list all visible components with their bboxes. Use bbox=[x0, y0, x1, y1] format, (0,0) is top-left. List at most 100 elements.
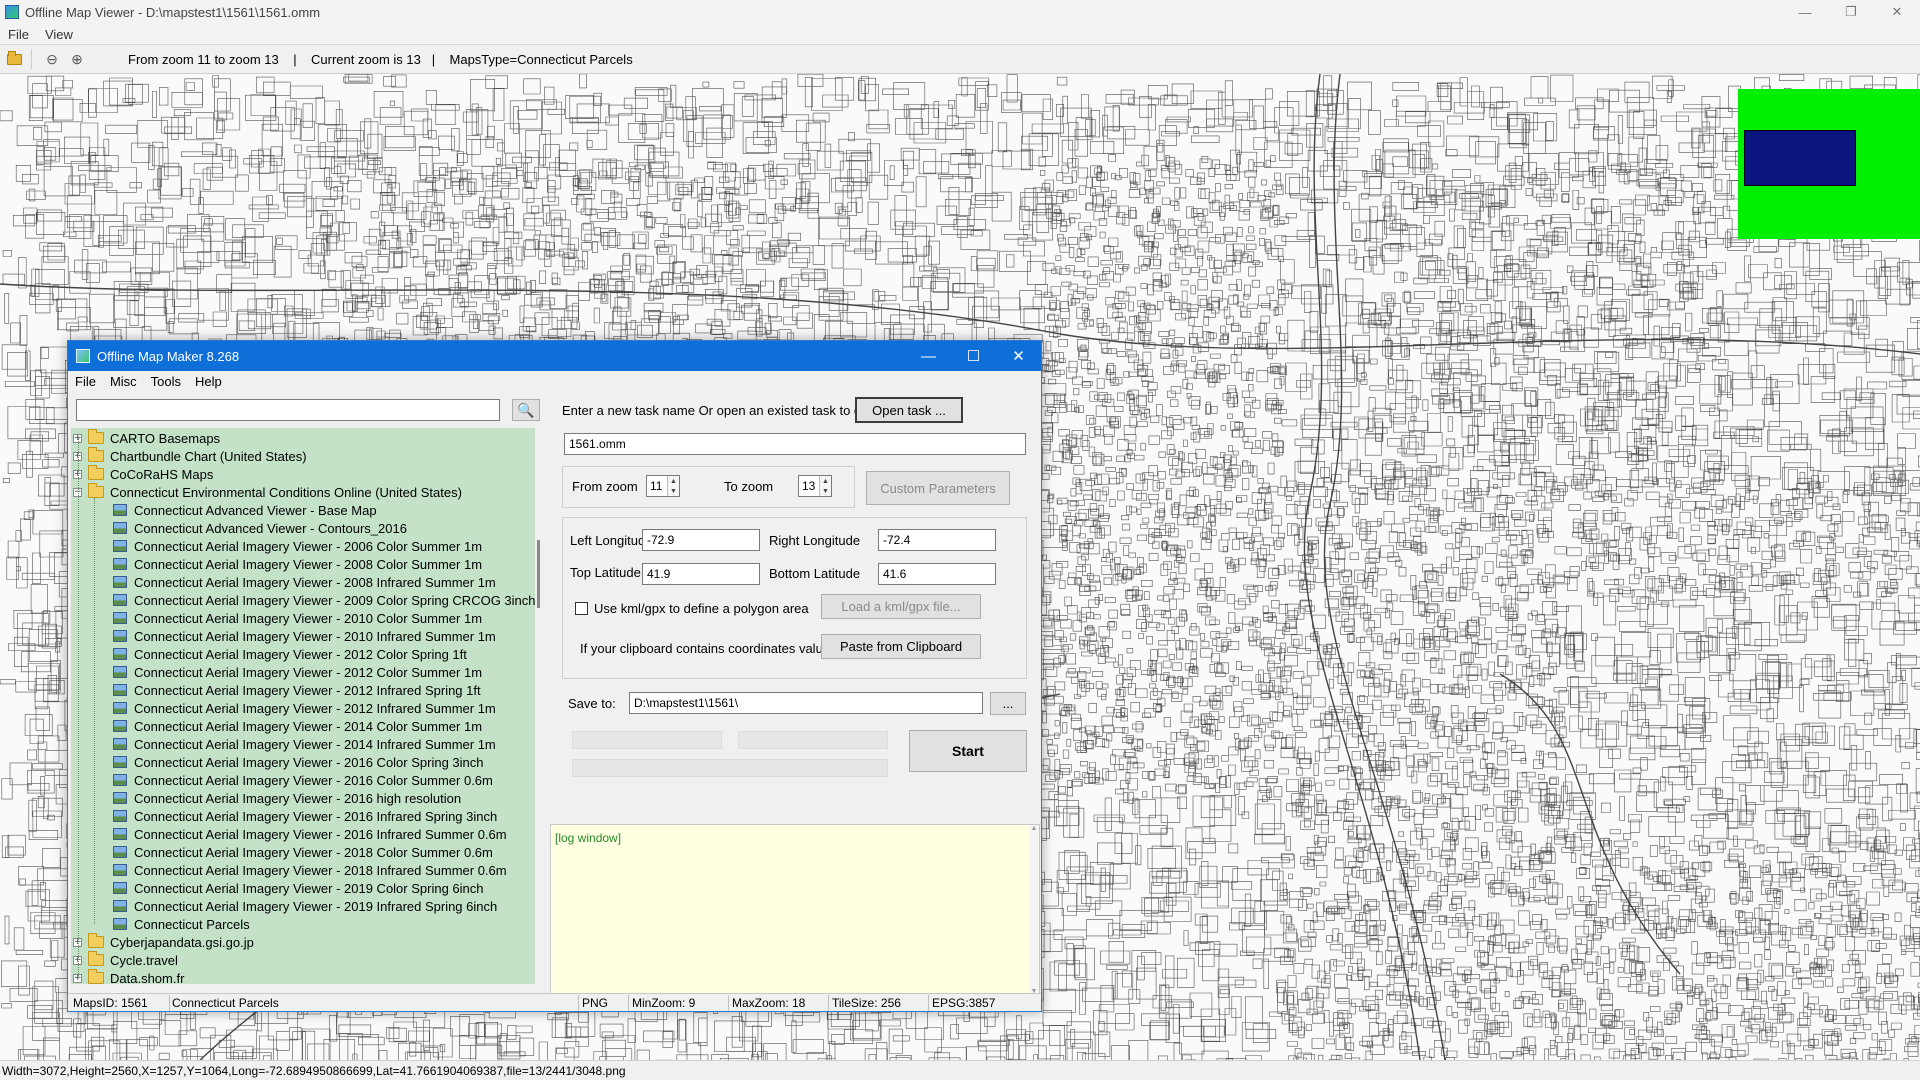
tree-item-map[interactable]: Connecticut Aerial Imagery Viewer - 2016… bbox=[113, 807, 497, 825]
log-scrollbar[interactable]: ▲ ▼ bbox=[1029, 825, 1039, 995]
tree-item-map[interactable]: Connecticut Aerial Imagery Viewer - 2016… bbox=[113, 753, 484, 771]
viewer-menu-bar: File View bbox=[0, 24, 1920, 44]
start-button[interactable]: Start bbox=[909, 730, 1027, 772]
dialog-menu-file[interactable]: File bbox=[68, 374, 103, 389]
dialog-menu-bar: File Misc Tools Help bbox=[68, 371, 1041, 391]
tree-item-map[interactable]: Connecticut Aerial Imagery Viewer - 2006… bbox=[113, 537, 482, 555]
down-arrow-icon[interactable]: ▼ bbox=[822, 488, 829, 495]
menu-view[interactable]: View bbox=[37, 27, 81, 42]
log-window[interactable]: [log window] ▲ ▼ bbox=[550, 824, 1040, 996]
tree-item-map[interactable]: Connecticut Aerial Imagery Viewer - 2019… bbox=[113, 879, 484, 897]
use-kml-checkbox[interactable] bbox=[575, 602, 588, 615]
open-folder-icon[interactable] bbox=[3, 48, 25, 70]
right-longitude-input[interactable]: -72.4 bbox=[878, 529, 996, 551]
viewer-toolbar: ⊖ ⊕ From zoom 11 to zoom 13 | Current zo… bbox=[0, 44, 1920, 74]
tree-scroll-thumb[interactable] bbox=[537, 540, 540, 608]
to-zoom-value: 13 bbox=[802, 479, 816, 493]
bottom-latitude-input[interactable]: 41.6 bbox=[878, 563, 996, 585]
tree-folder[interactable]: + CARTO Basemaps bbox=[73, 429, 220, 447]
tree-item-map[interactable]: Connecticut Aerial Imagery Viewer - 2009… bbox=[113, 591, 536, 609]
left-longitude-input[interactable]: -72.9 bbox=[642, 529, 760, 551]
paste-clipboard-button[interactable]: Paste from Clipboard bbox=[821, 634, 981, 659]
tree-item-map[interactable]: Connecticut Aerial Imagery Viewer - 2016… bbox=[113, 771, 493, 789]
tree-item-map[interactable]: Connecticut Aerial Imagery Viewer - 2008… bbox=[113, 573, 496, 591]
minimap-viewport[interactable] bbox=[1744, 130, 1856, 186]
dialog-close-icon[interactable]: ✕ bbox=[996, 341, 1041, 371]
tree-scrollbar[interactable] bbox=[535, 428, 543, 984]
task-name-input[interactable]: 1561.omm bbox=[564, 433, 1026, 455]
menu-file[interactable]: File bbox=[0, 27, 37, 42]
tree-item-label: Connecticut Aerial Imagery Viewer - 2008… bbox=[134, 556, 483, 572]
custom-parameters-button[interactable]: Custom Parameters bbox=[866, 471, 1010, 505]
minimize-icon[interactable]: — bbox=[1782, 0, 1828, 24]
dialog-menu-tools[interactable]: Tools bbox=[144, 374, 188, 389]
tree-folder[interactable]: + Cycle.travel bbox=[73, 951, 178, 969]
load-kml-button[interactable]: Load a kml/gpx file... bbox=[821, 594, 981, 619]
tree-item-map[interactable]: Connecticut Aerial Imagery Viewer - 2014… bbox=[113, 717, 482, 735]
tree-folder-expanded[interactable]: − Connecticut Environmental Conditions On… bbox=[73, 483, 462, 501]
tree-item-map[interactable]: Connecticut Aerial Imagery Viewer - 2014… bbox=[113, 735, 496, 753]
close-icon[interactable]: ✕ bbox=[1874, 0, 1920, 24]
restore-icon[interactable]: ❐ bbox=[1828, 0, 1874, 24]
dialog-status-bar: MapsID: 1561 Connecticut Parcels PNG Min… bbox=[68, 993, 1041, 1011]
down-arrow-icon[interactable]: ▼ bbox=[670, 488, 677, 495]
tree-item-map[interactable]: Connecticut Aerial Imagery Viewer - 2016… bbox=[113, 825, 507, 843]
from-zoom-value: 11 bbox=[650, 479, 663, 493]
from-zoom-arrows[interactable]: ▲ ▼ bbox=[667, 476, 679, 496]
folder-icon bbox=[88, 933, 104, 948]
tree-item-label: Connecticut Environmental Conditions Onl… bbox=[110, 484, 462, 500]
tree-item-map[interactable]: Connecticut Aerial Imagery Viewer - 2018… bbox=[113, 861, 507, 879]
browse-button[interactable]: ... bbox=[990, 692, 1026, 715]
tree-item-map[interactable]: Connecticut Aerial Imagery Viewer - 2012… bbox=[113, 681, 481, 699]
tree-item-map[interactable]: Connecticut Aerial Imagery Viewer - 2010… bbox=[113, 627, 496, 645]
tree-folder[interactable]: + Chartbundle Chart (United States) bbox=[73, 447, 307, 465]
tree-item-map[interactable]: Connecticut Aerial Imagery Viewer - 2012… bbox=[113, 645, 467, 663]
open-task-button[interactable]: Open task ... bbox=[855, 397, 963, 423]
tree-item-label: Connecticut Aerial Imagery Viewer - 2018… bbox=[134, 862, 507, 878]
tree-item-map[interactable]: Connecticut Aerial Imagery Viewer - 2016… bbox=[113, 789, 461, 807]
dialog-maximize-icon[interactable]: ☐ bbox=[951, 341, 996, 371]
tree-item-map[interactable]: Connecticut Advanced Viewer - Base Map bbox=[113, 501, 377, 519]
task-settings-pane: Enter a new task name Or open an existed… bbox=[550, 391, 1040, 996]
to-zoom-arrows[interactable]: ▲ ▼ bbox=[819, 476, 831, 496]
up-arrow-icon[interactable]: ▲ bbox=[670, 478, 677, 485]
status-max-zoom: MaxZoom: 18 bbox=[732, 996, 806, 1010]
dialog-menu-misc[interactable]: Misc bbox=[103, 374, 144, 389]
tree-item-map[interactable]: Connecticut Aerial Imagery Viewer - 2012… bbox=[113, 699, 496, 717]
top-latitude-input[interactable]: 41.9 bbox=[642, 563, 760, 585]
scroll-up-icon[interactable]: ▲ bbox=[1029, 825, 1039, 832]
tree-item-label: Chartbundle Chart (United States) bbox=[110, 448, 307, 464]
zoom-info: From zoom 11 to zoom 13 | Current zoom i… bbox=[128, 51, 633, 67]
tree-item-map[interactable]: Connecticut Aerial Imagery Viewer - 2008… bbox=[113, 555, 482, 573]
zoom-in-icon[interactable]: ⊕ bbox=[66, 48, 88, 70]
app-icon bbox=[5, 5, 19, 19]
tree-folder[interactable]: + Cyberjapandata.gsi.go.jp bbox=[73, 933, 254, 951]
search-icon: 🔍 bbox=[517, 401, 535, 418]
progress-bar-1 bbox=[572, 731, 722, 749]
tree-item-map[interactable]: Connecticut Aerial Imagery Viewer - 2012… bbox=[113, 663, 482, 681]
search-button[interactable]: 🔍 bbox=[512, 399, 540, 421]
progress-bar-2 bbox=[738, 731, 888, 749]
save-to-input[interactable]: D:\mapstest1\1561\ bbox=[629, 692, 983, 714]
status-tile-size: TileSize: 256 bbox=[832, 996, 901, 1010]
map-icon bbox=[113, 738, 127, 750]
to-zoom-stepper[interactable]: 13 ▲ ▼ bbox=[798, 475, 832, 497]
zoom-out-icon[interactable]: ⊖ bbox=[41, 48, 63, 70]
dialog-window-controls: — ☐ ✕ bbox=[906, 341, 1041, 371]
tree-item-map[interactable]: Connecticut Aerial Imagery Viewer - 2010… bbox=[113, 609, 482, 627]
tree-item-map[interactable]: Connecticut Aerial Imagery Viewer - 2019… bbox=[113, 897, 497, 915]
tree-item-map[interactable]: Connecticut Advanced Viewer - Contours_2… bbox=[113, 519, 407, 537]
dialog-minimize-icon[interactable]: — bbox=[906, 341, 951, 371]
tree-folder[interactable]: + CoCoRaHS Maps bbox=[73, 465, 213, 483]
tree-item-map[interactable]: Connecticut Parcels bbox=[113, 915, 250, 933]
from-zoom-stepper[interactable]: 11 ▲ ▼ bbox=[646, 475, 680, 497]
dialog-menu-help[interactable]: Help bbox=[188, 374, 229, 389]
status-divider bbox=[728, 995, 729, 1011]
up-arrow-icon[interactable]: ▲ bbox=[822, 478, 829, 485]
overview-minimap[interactable] bbox=[1738, 89, 1920, 239]
status-divider bbox=[169, 995, 170, 1011]
maps-tree[interactable]: + CARTO Basemaps + Chartbundle Chart (Unite… bbox=[71, 428, 536, 984]
tree-folder[interactable]: + Data.shom.fr bbox=[73, 969, 184, 984]
search-input[interactable] bbox=[76, 399, 500, 421]
tree-item-map[interactable]: Connecticut Aerial Imagery Viewer - 2018… bbox=[113, 843, 493, 861]
